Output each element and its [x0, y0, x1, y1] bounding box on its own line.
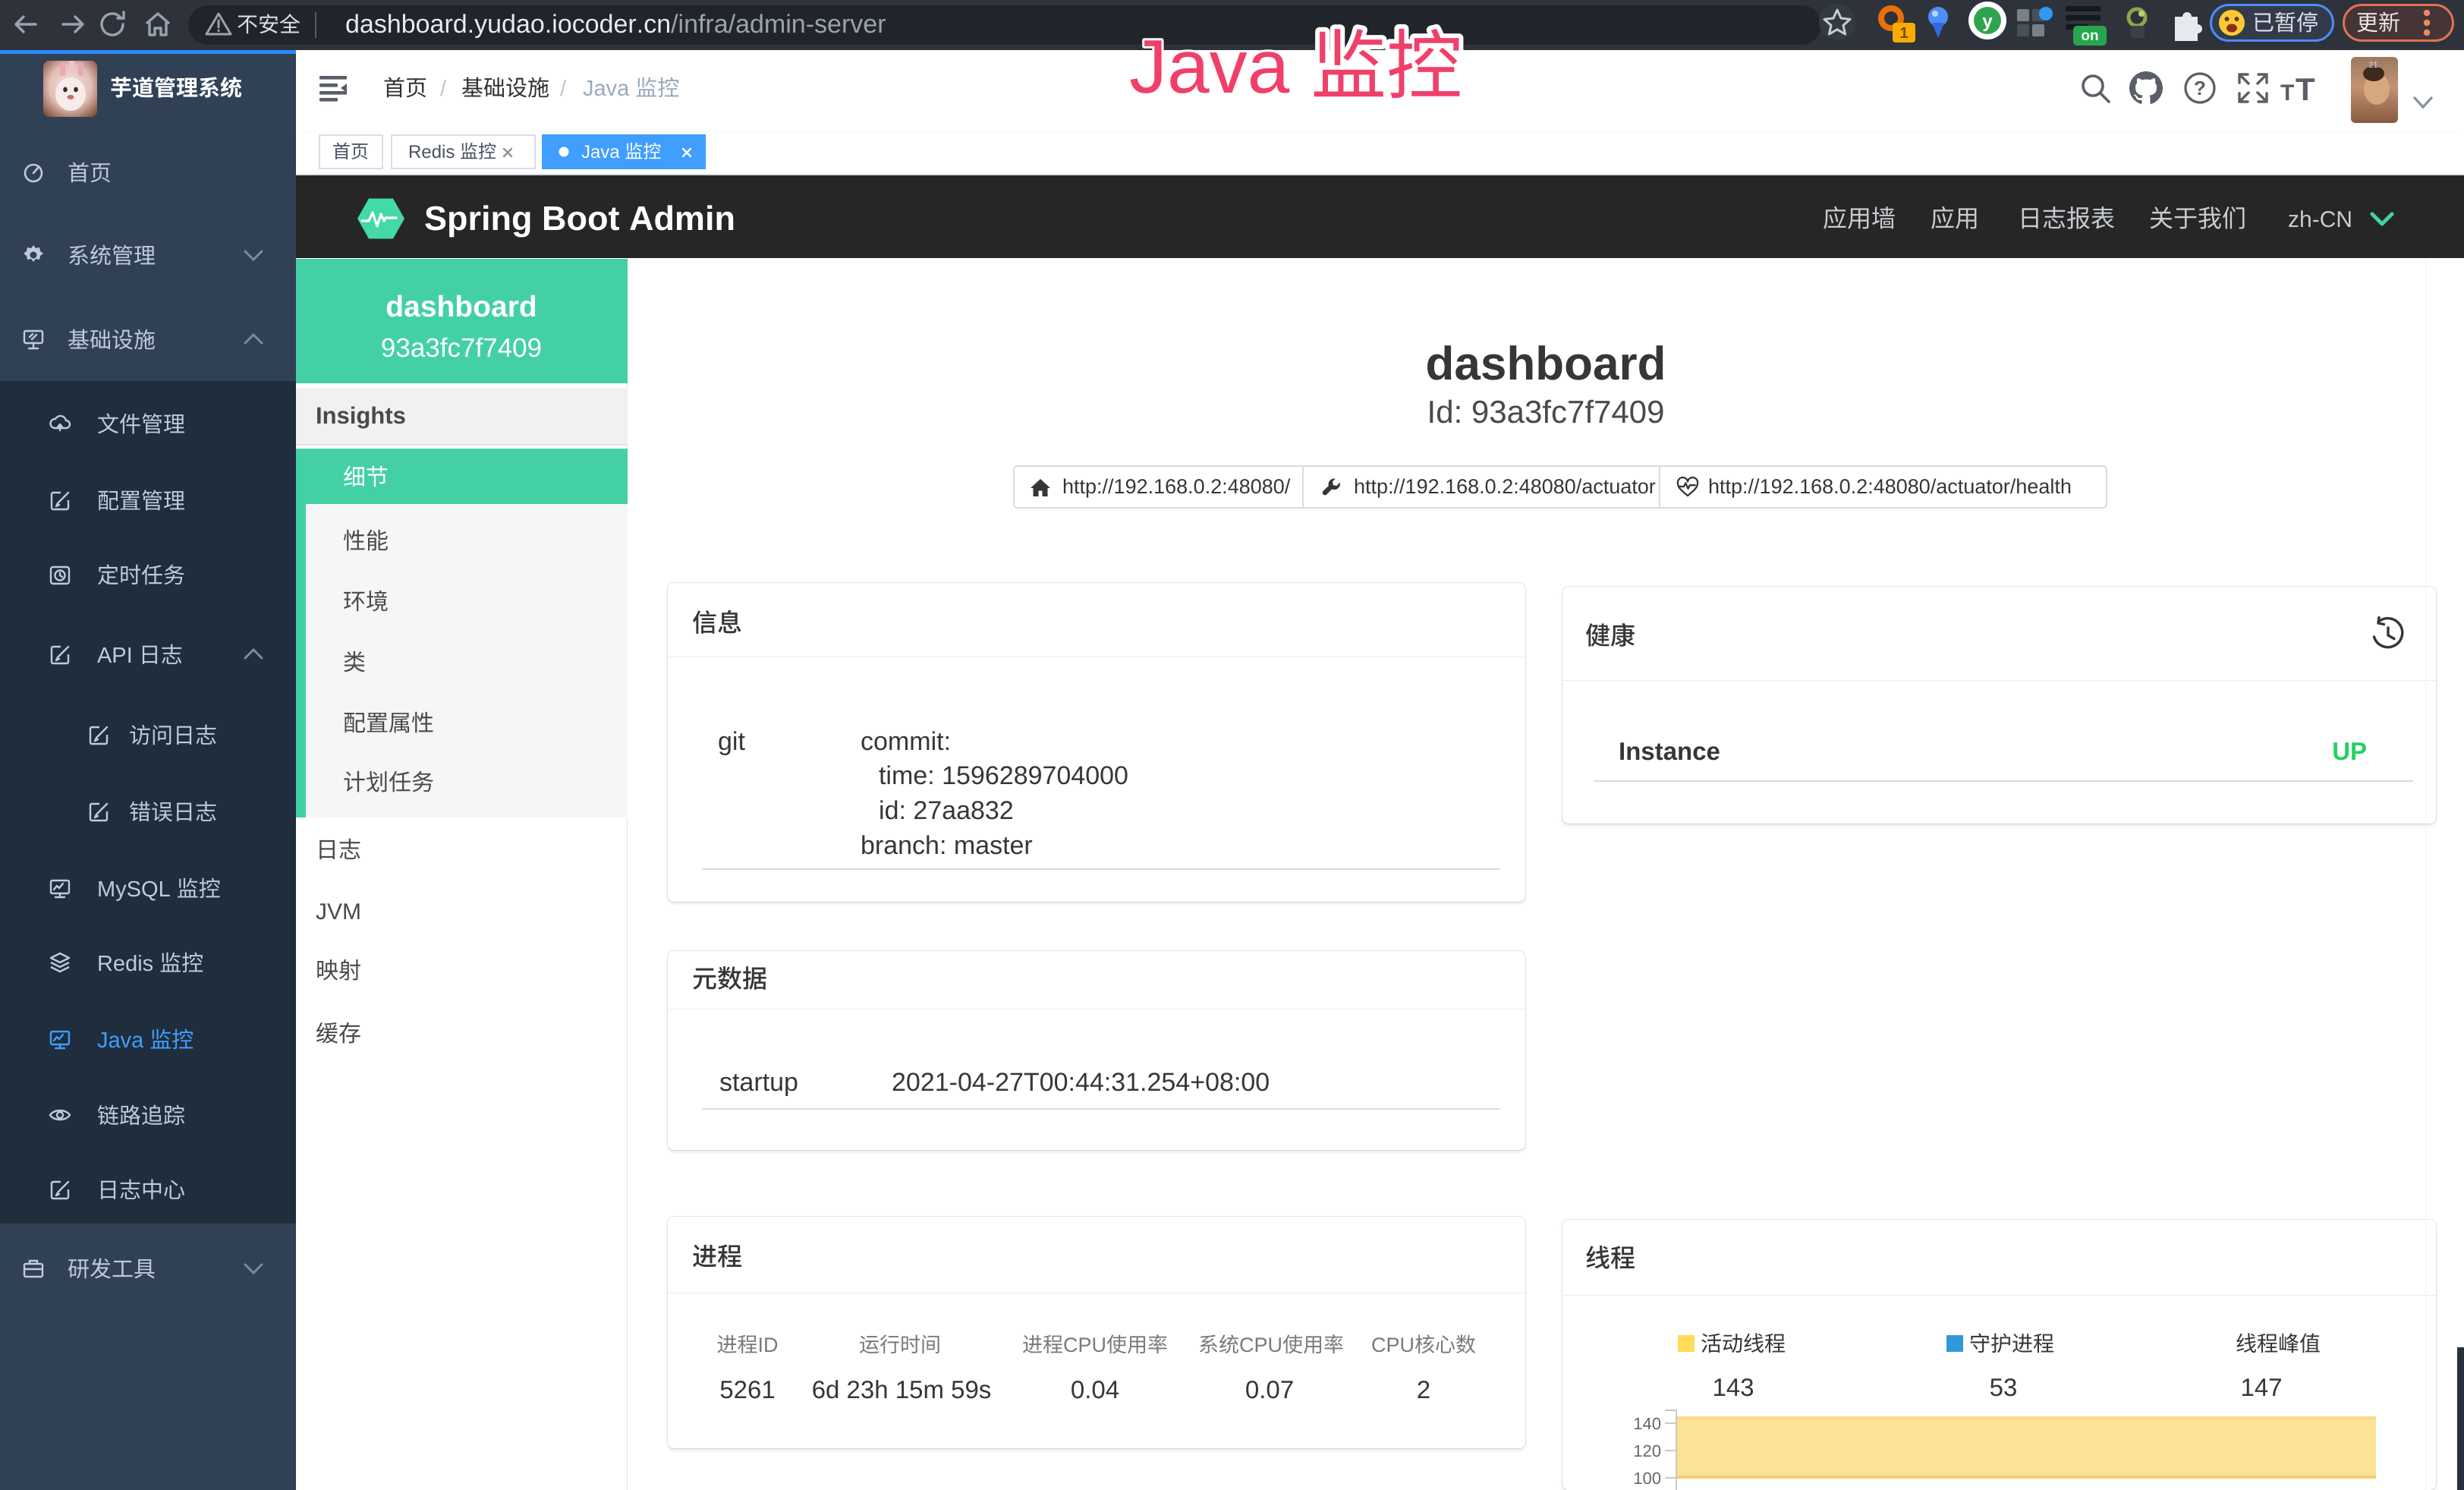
svg-text:y: y — [1982, 11, 1993, 32]
svg-text:on: on — [2081, 28, 2098, 44]
svg-text:?: ? — [2194, 77, 2206, 99]
svg-text:21.: 21. — [2368, 61, 2380, 70]
svg-text:T: T — [2296, 73, 2315, 105]
svg-text:T: T — [2280, 80, 2294, 105]
svg-text:1: 1 — [1899, 25, 1908, 42]
